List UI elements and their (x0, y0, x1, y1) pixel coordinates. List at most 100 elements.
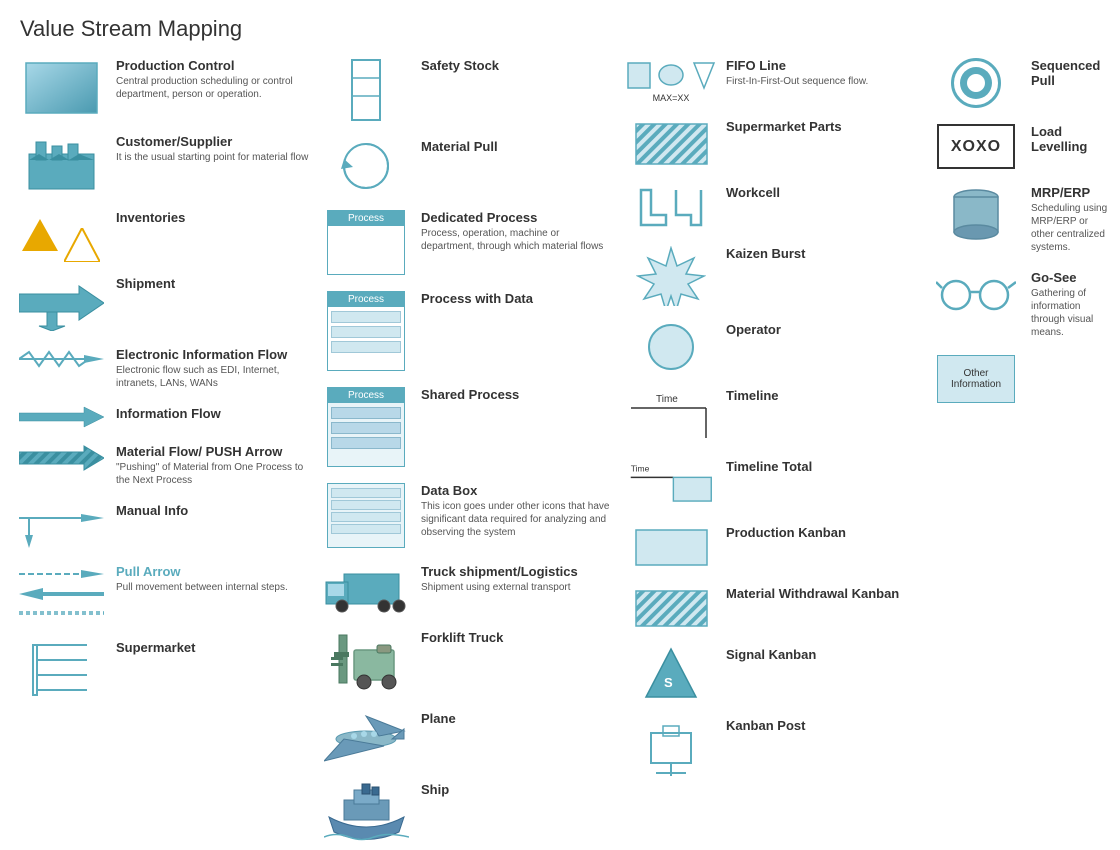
material-pull-label: Material Pull (421, 139, 614, 154)
item-production-control: Production Control Central production sc… (10, 50, 315, 126)
svg-text:S: S (664, 675, 673, 690)
signal-kanban-label: Signal Kanban (726, 647, 919, 662)
workcell-icon (626, 185, 716, 230)
data-box-desc: This icon goes under other icons that ha… (421, 500, 614, 539)
electronic-info-flow-desc: Electronic flow such as EDI, Internet, i… (116, 364, 309, 390)
item-workcell: Workcell (620, 177, 925, 238)
forklift-truck-icon (321, 630, 411, 695)
other-information-icon: Other Information (931, 355, 1021, 403)
safety-stock-label: Safety Stock (421, 58, 614, 73)
item-ship: Ship (315, 774, 620, 850)
pull-arrow-icon (16, 564, 106, 624)
process-with-data-label: Process with Data (421, 291, 614, 306)
supermarket-label: Supermarket (116, 640, 309, 655)
item-dedicated-process: Process Dedicated Process Process, opera… (315, 202, 620, 283)
item-material-flow: Material Flow/ PUSH Arrow "Pushing" of M… (10, 436, 315, 495)
item-material-kanban: Material Withdrawal Kanban (620, 578, 925, 639)
fifo-line-label: FIFO Line (726, 58, 919, 73)
item-signal-kanban: S Signal Kanban (620, 639, 925, 710)
go-see-icon (931, 270, 1021, 315)
item-plane: Plane (315, 703, 620, 774)
item-customer-supplier: Customer/Supplier It is the usual starti… (10, 126, 315, 202)
material-kanban-label: Material Withdrawal Kanban (726, 586, 919, 601)
safety-stock-icon (321, 58, 411, 123)
dedicated-process-icon: Process (321, 210, 411, 275)
fifo-line-desc: First-In-First-Out sequence flow. (726, 75, 919, 88)
item-material-pull: Material Pull (315, 131, 620, 202)
data-box-icon (321, 483, 411, 548)
forklift-truck-label: Forklift Truck (421, 630, 614, 645)
item-process-with-data: Process Process with Data (315, 283, 620, 379)
truck-shipment-icon (321, 564, 411, 614)
item-sequenced-pull: Sequenced Pull (925, 50, 1115, 116)
item-operator: Operator (620, 314, 925, 380)
material-flow-desc: "Pushing" of Material from One Process t… (116, 461, 309, 487)
item-truck-shipment: Truck shipment/Logistics Shipment using … (315, 556, 620, 622)
material-flow-icon (16, 444, 106, 472)
load-levelling-label: Load Levelling (1031, 124, 1109, 154)
customer-supplier-label: Customer/Supplier (116, 134, 309, 149)
sequenced-pull-label: Sequenced Pull (1031, 58, 1109, 88)
inventories-icon (16, 210, 106, 260)
kaizen-burst-label: Kaizen Burst (726, 246, 919, 261)
dedicated-process-desc: Process, operation, machine or departmen… (421, 227, 614, 253)
item-go-see: Go-See Gathering of information through … (925, 262, 1115, 347)
pull-arrow-desc: Pull movement between internal steps. (116, 581, 309, 594)
manual-info-icon (16, 503, 106, 548)
information-flow-label: Information Flow (116, 406, 309, 421)
timeline-label: Timeline (726, 388, 919, 403)
kanban-post-label: Kanban Post (726, 718, 919, 733)
shared-process-label: Shared Process (421, 387, 614, 402)
truck-shipment-label: Truck shipment/Logistics (421, 564, 614, 579)
ship-label: Ship (421, 782, 614, 797)
shared-process-icon: Process (321, 387, 411, 467)
item-mrp-erp: MRP/ERP Scheduling using MRP/ERP or othe… (925, 177, 1115, 262)
svg-text:Time: Time (656, 394, 678, 405)
item-other-information: Other Information (925, 347, 1115, 411)
sequenced-pull-icon (931, 58, 1021, 108)
item-information-flow: Information Flow (10, 398, 315, 436)
supermarket-parts-label: Supermarket Parts (726, 119, 919, 134)
item-supermarket: Supermarket (10, 632, 315, 708)
item-load-levelling: XOXO Load Levelling (925, 116, 1115, 177)
item-manual-info: Manual Info (10, 495, 315, 556)
production-control-icon (16, 58, 106, 118)
item-shipment: Shipment (10, 268, 315, 339)
item-kanban-post: Kanban Post (620, 710, 925, 786)
item-timeline-total: Time Timeline Total (620, 451, 925, 517)
material-pull-icon (321, 139, 411, 194)
ship-icon (321, 782, 411, 842)
shipment-icon (16, 276, 106, 331)
information-flow-icon (16, 406, 106, 428)
item-electronic-info-flow: Electronic Information Flow Electronic f… (10, 339, 315, 398)
item-fifo-line: MAX=XX FIFO Line First-In-First-Out sequ… (620, 50, 925, 111)
truck-shipment-desc: Shipment using external transport (421, 581, 614, 594)
fifo-line-icon: MAX=XX (626, 58, 716, 103)
customer-supplier-icon (16, 134, 106, 194)
go-see-label: Go-See (1031, 270, 1109, 285)
data-box-label: Data Box (421, 483, 614, 498)
go-see-desc: Gathering of information through visual … (1031, 287, 1109, 339)
item-timeline: Time Timeline (620, 380, 925, 451)
electronic-info-flow-label: Electronic Information Flow (116, 347, 309, 362)
plane-icon (321, 711, 411, 766)
production-control-desc: Central production scheduling or control… (116, 75, 309, 101)
dedicated-process-label: Dedicated Process (421, 210, 614, 225)
timeline-total-label: Timeline Total (726, 459, 919, 474)
production-control-label: Production Control (116, 58, 309, 73)
production-kanban-label: Production Kanban (726, 525, 919, 540)
electronic-info-flow-icon (16, 347, 106, 372)
kaizen-burst-icon (626, 246, 716, 306)
page-title: Value Stream Mapping (0, 0, 1120, 50)
item-supermarket-parts: Supermarket Parts (620, 111, 925, 177)
mrp-erp-icon (931, 185, 1021, 245)
shipment-label: Shipment (116, 276, 309, 291)
pull-arrow-label: Pull Arrow (116, 564, 309, 579)
process-with-data-icon: Process (321, 291, 411, 371)
signal-kanban-icon: S (626, 647, 716, 702)
workcell-label: Workcell (726, 185, 919, 200)
operator-label: Operator (726, 322, 919, 337)
timeline-total-icon: Time (626, 459, 716, 509)
material-flow-label: Material Flow/ PUSH Arrow (116, 444, 309, 459)
item-forklift-truck: Forklift Truck (315, 622, 620, 703)
